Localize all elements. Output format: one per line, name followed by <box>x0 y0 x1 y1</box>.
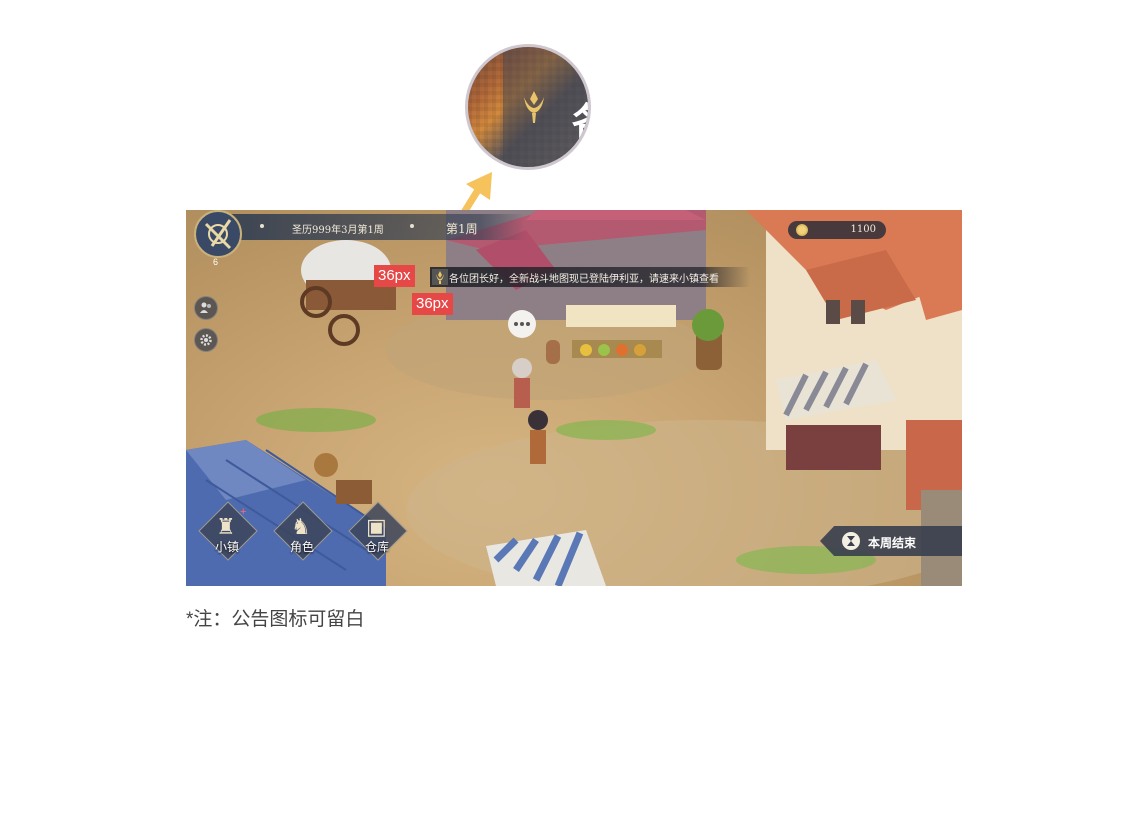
knight-helmet-icon: ♞ <box>291 514 311 539</box>
settings-button[interactable] <box>194 328 218 352</box>
nav-warehouse-button[interactable]: ▣ 仓库 <box>348 501 408 562</box>
announcement-icon <box>432 269 448 285</box>
bullet-dot <box>260 224 264 228</box>
currency-display: 1100 <box>788 221 886 239</box>
player-level: 6 <box>213 257 219 267</box>
footnote: *注：公告图标可留白 <box>186 609 365 630</box>
new-badge: + <box>240 506 247 518</box>
zoom-callout: 各 <box>465 44 591 170</box>
settings-gear-icon <box>200 334 212 346</box>
announcement-emblem-icon <box>524 91 544 123</box>
chest-icon: ▣ <box>366 514 387 539</box>
guild-emblem-icon[interactable] <box>192 210 244 262</box>
nav-character-button[interactable]: ♞ 角色 <box>273 501 333 562</box>
announcement-text: 各位团长好，全新战斗地图现已登陆伊利亚，请速来小镇查看 <box>449 274 719 285</box>
castle-icon: ♜ <box>216 514 236 539</box>
width-annotation-tag: 36px <box>374 265 415 287</box>
announcement-bar[interactable]: 各位团长好，全新战斗地图现已登陆伊利亚，请速来小镇查看 <box>430 267 750 287</box>
friends-icon <box>200 302 211 313</box>
nav-town-label: 小镇 <box>214 540 239 554</box>
currency-value: 1100 <box>850 224 876 235</box>
nav-town-button[interactable]: ♜ + 小镇 <box>198 501 258 562</box>
bullet-dot <box>410 224 414 228</box>
zoom-char: 各 <box>572 91 588 146</box>
top-date-bar: 圣历999年3月第1周 第1周 <box>226 214 526 240</box>
hourglass-icon <box>842 532 860 550</box>
end-week-label: 本周结束 <box>868 536 917 550</box>
game-screenshot: 圣历999年3月第1周 第1周 6 1100 各位团长好，全新战斗地图现已登陆伊… <box>186 210 962 586</box>
coin-icon <box>796 224 808 236</box>
calendar-date: 圣历999年3月第1周 <box>292 225 384 236</box>
week-label: 第1周 <box>446 222 478 236</box>
nav-warehouse-label: 仓库 <box>364 540 389 554</box>
end-week-button[interactable]: 本周结束 <box>820 526 962 556</box>
friends-button[interactable] <box>194 296 218 320</box>
nav-character-label: 角色 <box>289 540 314 554</box>
height-annotation-tag: 36px <box>412 293 453 315</box>
